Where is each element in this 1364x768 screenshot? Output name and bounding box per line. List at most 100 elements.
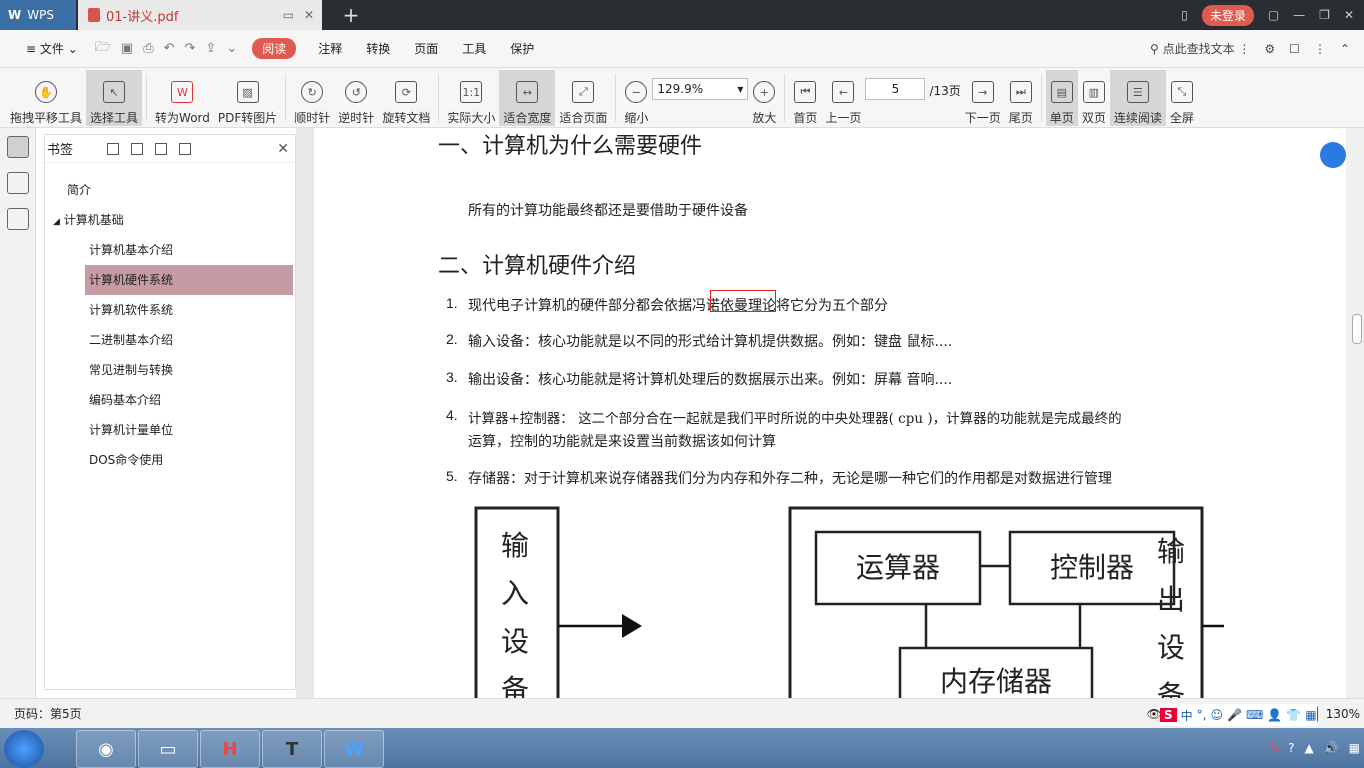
bookmark-item[interactable]: DOS命令使用 (85, 445, 293, 475)
menu-protect[interactable]: 保护 (498, 40, 546, 57)
bookmark-panel-icon[interactable] (7, 136, 29, 158)
bookmark-item[interactable]: 计算机基本介绍 (85, 235, 293, 265)
select-tool-button[interactable]: ↖ 选择工具 (86, 70, 143, 126)
ime-logo-icon[interactable]: S (1160, 708, 1177, 722)
bookmark-item[interactable]: 计算机软件系统 (85, 295, 293, 325)
menu-convert[interactable]: 转换 (354, 40, 402, 57)
more-icon[interactable]: ⋮ (1314, 42, 1326, 56)
ink-annotation-rect[interactable] (710, 290, 776, 312)
file-menu[interactable]: ≡ 文件 ⌄ (14, 40, 90, 57)
bookmark-group[interactable]: ◢ 计算机基础 (45, 205, 295, 235)
skin-icon[interactable]: ▢ (1268, 8, 1279, 22)
single-page-button[interactable]: ▤ 单页 (1045, 70, 1078, 126)
menu-tools[interactable]: 工具 (450, 40, 498, 57)
continuous-read-button[interactable]: ☰ 连续阅读 (1109, 70, 1166, 126)
tablet-mode-icon[interactable]: ▯ (1181, 8, 1188, 22)
print-icon[interactable]: ⎙ (143, 41, 153, 56)
help-tray-icon[interactable]: ? (1288, 741, 1294, 755)
hbuilder-taskbar-icon[interactable]: H (200, 730, 260, 768)
emoji-icon[interactable]: ☺ (1211, 708, 1224, 722)
last-page-label: 尾页 (1008, 111, 1033, 125)
typora-taskbar-icon[interactable]: T (262, 730, 322, 768)
explorer-taskbar-icon[interactable]: ▭ (138, 730, 198, 768)
export-icon[interactable]: ⇪ (205, 41, 216, 56)
divider (784, 74, 786, 122)
user-icon[interactable]: 👤 (1267, 708, 1282, 722)
scrollbar-thumb[interactable] (1352, 314, 1362, 344)
feedback-icon[interactable]: ☐ (1289, 42, 1300, 56)
menu-page[interactable]: 页面 (402, 40, 450, 57)
vertical-scrollbar[interactable] (1346, 128, 1364, 698)
minimize-icon[interactable]: — (1293, 8, 1305, 22)
new-tab-button[interactable]: + (338, 2, 364, 28)
next-page-button[interactable]: → 下一页 (961, 70, 1005, 126)
page-number-input[interactable]: 5 (865, 78, 926, 100)
undo-icon[interactable]: ↶ (164, 41, 175, 56)
collapse-triangle-icon[interactable]: ◢ (53, 217, 60, 227)
sogou-tray-icon[interactable]: S (1270, 741, 1278, 755)
login-button[interactable]: 未登录 (1201, 4, 1254, 26)
actual-size-button[interactable]: 1:1 实际大小 (443, 70, 499, 126)
chrome-taskbar-icon[interactable]: ◉ (76, 730, 136, 768)
pin-tab-icon[interactable]: ▭ (283, 8, 294, 22)
first-page-button[interactable]: ⏮ 首页 (789, 70, 821, 126)
close-tab-icon[interactable]: ✕ (304, 8, 314, 22)
fullscreen-button[interactable]: ⤡ 全屏 (1166, 70, 1198, 126)
bookmark-item[interactable]: 二进制基本介绍 (85, 325, 293, 355)
last-page-button[interactable]: ⏭ 尾页 (1005, 70, 1037, 126)
fit-width-button[interactable]: ↔ 适合宽度 (499, 70, 556, 126)
collapse-all-icon[interactable] (131, 142, 144, 155)
document-page[interactable]: 一、计算机为什么需要硬件 所有的计算功能最终都还是要借助于硬件设备 二、计算机硬… (314, 128, 1346, 698)
ime-lang[interactable]: 中 (1181, 707, 1193, 724)
bookmark-item[interactable]: 简介 (45, 175, 295, 205)
ime-punct[interactable]: °, (1197, 708, 1207, 722)
restore-icon[interactable]: ❐ (1319, 8, 1330, 22)
menu-annotate[interactable]: 注释 (306, 40, 354, 57)
annotation-panel-icon[interactable] (7, 208, 29, 230)
tab-wps-home[interactable]: W WPS (0, 0, 76, 30)
volume-icon[interactable]: 🔊 (1324, 741, 1339, 755)
open-icon[interactable]: 🗁 (95, 38, 111, 60)
bookmark-settings-icon[interactable] (179, 142, 192, 155)
bookmark-item[interactable]: 计算机计量单位 (85, 415, 293, 445)
skin-shirt-icon[interactable]: 👕 (1286, 708, 1301, 722)
double-page-button[interactable]: ▥ 双页 (1078, 70, 1110, 126)
redo-icon[interactable]: ↷ (185, 41, 196, 56)
pan-tool-button[interactable]: ✋ 拖拽平移工具 (6, 70, 86, 126)
wps-taskbar-icon[interactable]: W (324, 730, 384, 768)
save-icon[interactable]: ▣ (121, 41, 133, 56)
bookmark-item-selected[interactable]: 计算机硬件系统 (85, 265, 293, 295)
rotate-clockwise-button[interactable]: ↻ 顺时针 (290, 70, 334, 126)
floating-tool-icon[interactable] (1320, 142, 1346, 168)
close-icon[interactable]: ✕ (277, 141, 289, 157)
tab-document[interactable]: 01-讲义.pdf ▭ ✕ (78, 0, 322, 30)
bookmark-item[interactable]: 常见进制与转换 (85, 355, 293, 385)
network-icon[interactable]: ▦ (1349, 741, 1360, 755)
expand-all-icon[interactable] (107, 142, 120, 155)
mic-icon[interactable]: 🎤 (1227, 708, 1242, 722)
zoom-select[interactable]: 129.9% ▾ (652, 78, 749, 100)
bookmark-item[interactable]: 编码基本介绍 (85, 385, 293, 415)
to-word-button[interactable]: W 转为Word (151, 70, 214, 126)
collapse-ribbon-icon[interactable]: ⌃ (1340, 42, 1350, 56)
pdf-to-image-button[interactable]: ▨ PDF转图片 (214, 70, 281, 126)
menu-read[interactable]: 阅读 (252, 38, 297, 59)
find-text[interactable]: ⚲ 点此查找文本 ⋮ (1150, 40, 1250, 57)
grid-icon[interactable]: ▦ (1305, 708, 1316, 722)
prev-page-label: 上一页 (825, 111, 862, 125)
start-button-icon[interactable] (4, 730, 44, 768)
thumbnail-panel-icon[interactable] (7, 172, 29, 194)
keyboard-icon[interactable]: ⌨ (1246, 708, 1263, 722)
rotate-document-button[interactable]: ⟳ 旋转文档 (378, 70, 434, 126)
more-quick-icon[interactable]: ⌄ (226, 41, 237, 56)
fit-page-button[interactable]: ⤢ 适合页面 (555, 70, 611, 126)
zoom-in-button[interactable]: + 放大 (748, 70, 780, 126)
close-window-icon[interactable]: ✕ (1344, 8, 1354, 22)
settings-icon[interactable]: ⚙ (1264, 42, 1275, 56)
zoom-out-button[interactable]: − 缩小 (620, 70, 652, 126)
show-hidden-icon[interactable]: ▲ (1304, 741, 1313, 755)
prev-page-button[interactable]: ← 上一页 (821, 70, 865, 126)
rotate-counterclockwise-button[interactable]: ↺ 逆时针 (334, 70, 378, 126)
pan-tool-label: 拖拽平移工具 (10, 111, 83, 125)
add-bookmark-icon[interactable] (155, 142, 168, 155)
